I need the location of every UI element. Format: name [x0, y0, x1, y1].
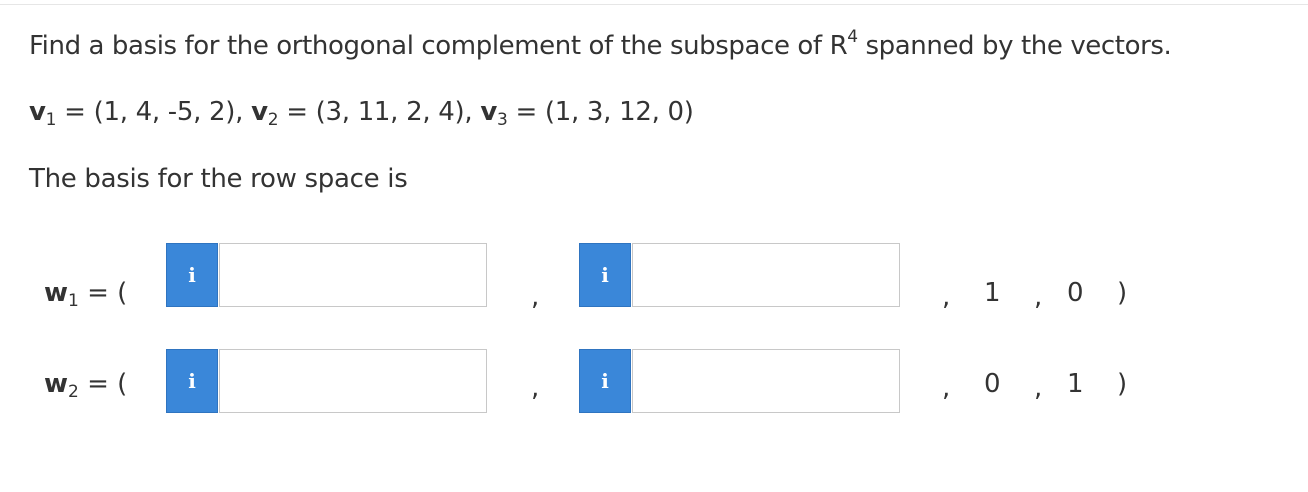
- close-paren: ): [1117, 369, 1128, 399]
- info-icon-w2-component1[interactable]: i: [166, 349, 218, 413]
- w-name: w: [44, 278, 69, 308]
- space-symbol: R: [829, 31, 848, 61]
- prompt-text: Find a basis for the orthogonal compleme…: [29, 31, 830, 61]
- comma-separator: ,: [1034, 282, 1043, 312]
- basis-label: The basis for the row space is: [29, 164, 408, 194]
- w-open-paren: = (: [78, 369, 128, 399]
- vector-name: v: [480, 97, 497, 127]
- comma-separator: ,: [1034, 373, 1043, 403]
- w2-component1-input[interactable]: [219, 349, 487, 413]
- w2-component4-value: 1: [1067, 369, 1084, 399]
- w1-label: w1 = (: [44, 278, 128, 311]
- close-paren: ): [1117, 278, 1128, 308]
- w-name: w: [44, 369, 69, 399]
- w-open-paren: = (: [78, 278, 128, 308]
- comma-separator: ,: [942, 373, 951, 403]
- vector-index: 1: [45, 110, 57, 130]
- given-vectors: v1 = (1, 4, -5, 2), v2 = (3, 11, 2, 4), …: [29, 97, 694, 130]
- question-prompt: Find a basis for the orthogonal compleme…: [29, 29, 1172, 62]
- vector-value: = (1, 3, 12, 0): [507, 97, 694, 127]
- w1-component4-value: 0: [1067, 278, 1084, 308]
- vector-value: = (3, 11, 2, 4): [278, 97, 465, 127]
- w1-component1-input[interactable]: [219, 243, 487, 307]
- top-divider: [0, 4, 1308, 5]
- w2-label: w2 = (: [44, 369, 128, 402]
- vector-index: 3: [496, 110, 508, 130]
- info-icon-w1-component1[interactable]: i: [166, 243, 218, 307]
- vector-separator: ,: [235, 97, 252, 127]
- w2-component3-value: 0: [984, 369, 1001, 399]
- comma-separator: ,: [942, 282, 951, 312]
- space-exponent: 4: [847, 27, 858, 47]
- w-index: 1: [68, 291, 79, 311]
- w1-component2-input[interactable]: [632, 243, 900, 307]
- vector-value: = (1, 4, -5, 2): [56, 97, 236, 127]
- comma-separator: ,: [531, 373, 540, 403]
- vector-name: v: [29, 97, 46, 127]
- w1-component3-value: 1: [984, 278, 1001, 308]
- w2-component2-input[interactable]: [632, 349, 900, 413]
- prompt-text-end: spanned by the vectors.: [857, 31, 1172, 61]
- vector-separator: ,: [464, 97, 481, 127]
- w-index: 2: [68, 382, 79, 402]
- comma-separator: ,: [531, 282, 540, 312]
- info-icon-w1-component2[interactable]: i: [579, 243, 631, 307]
- vector-index: 2: [267, 110, 279, 130]
- info-icon-w2-component2[interactable]: i: [579, 349, 631, 413]
- vector-name: v: [251, 97, 268, 127]
